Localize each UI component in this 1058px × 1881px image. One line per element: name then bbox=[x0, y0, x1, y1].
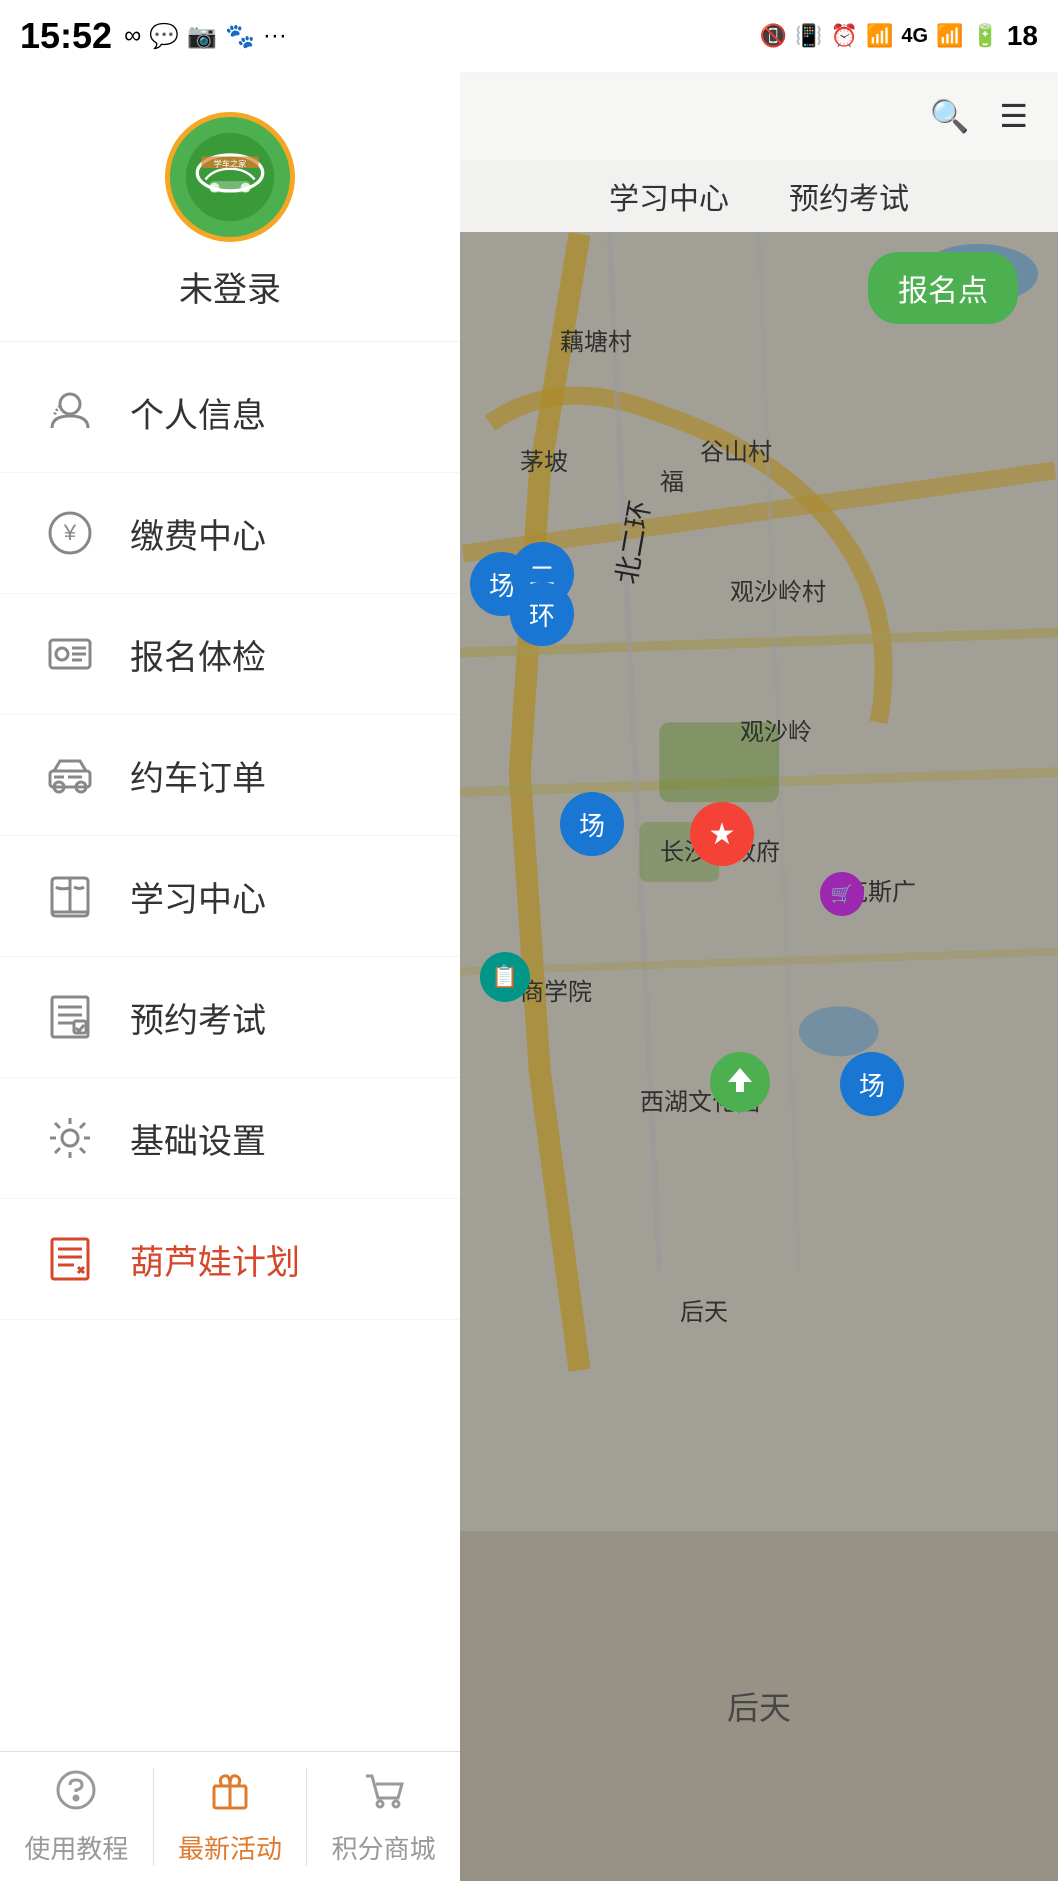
user-status-label: 未登录 bbox=[179, 262, 281, 311]
map-marker-chang-3[interactable]: 场 bbox=[840, 1052, 904, 1116]
status-icon-signal1: 📶 bbox=[866, 23, 893, 49]
orders-label: 约车订单 bbox=[130, 751, 266, 800]
map-marker-purple[interactable]: 🛒 bbox=[820, 872, 864, 916]
status-icon-4g: 4G bbox=[901, 25, 928, 48]
registration-label: 报名体检 bbox=[130, 630, 266, 679]
map-area: 🔍 ☰ 学习中心 预约考试 报名点 藕塘村 茅坡 谷山村 福 观沙岭村 观沙岭 … bbox=[460, 72, 1058, 1881]
plan-icon bbox=[40, 1229, 100, 1289]
yen-icon: ¥ bbox=[40, 503, 100, 563]
sidebar-item-registration[interactable]: 报名体检 bbox=[0, 594, 460, 715]
sidebar-item-learning[interactable]: 学习中心 bbox=[0, 836, 460, 957]
status-icon-paw: 🐾 bbox=[225, 22, 255, 51]
map-subnav: 学习中心 预约考试 bbox=[460, 160, 1058, 232]
status-icon-clock: ⏰ bbox=[831, 23, 858, 49]
book-icon bbox=[40, 866, 100, 926]
status-icons: ∞ 💬 📷 🐾 ··· bbox=[124, 22, 287, 51]
svg-text:学车之家: 学车之家 bbox=[214, 158, 247, 168]
cart-icon bbox=[362, 1768, 406, 1821]
sidebar-item-settings[interactable]: 基础设置 bbox=[0, 1078, 460, 1199]
status-icon-phone: 📵 bbox=[760, 23, 787, 49]
tab-tutorial-label: 使用教程 bbox=[24, 1829, 128, 1866]
menu-button[interactable]: ☰ bbox=[999, 97, 1028, 135]
user-header[interactable]: 学车之家 未登录 bbox=[0, 72, 460, 342]
status-icon-more: ··· bbox=[263, 22, 287, 50]
exam-icon bbox=[40, 987, 100, 1047]
dim-overlay bbox=[460, 72, 1058, 1881]
status-bar-right: 📵 📳 ⏰ 📶 4G 📶 🔋 18 bbox=[760, 20, 1038, 52]
status-icon-vib: 📳 bbox=[795, 23, 822, 49]
car-icon bbox=[40, 745, 100, 805]
map-marker-chang-2[interactable]: 场 bbox=[560, 792, 624, 856]
menu-list: 个人信息 ¥ 缴费中心 bbox=[0, 342, 460, 1751]
main-layout: 学车之家 未登录 个人信息 bbox=[0, 72, 1058, 1881]
sidebar-item-personal[interactable]: 个人信息 bbox=[0, 352, 460, 473]
plan-label: 葫芦娃计划 bbox=[130, 1235, 300, 1284]
map-marker-teal[interactable]: 📋 bbox=[480, 952, 530, 1002]
sidebar-item-exam[interactable]: 预约考试 bbox=[0, 957, 460, 1078]
sidebar-item-payment[interactable]: ¥ 缴费中心 bbox=[0, 473, 460, 594]
settings-label: 基础设置 bbox=[130, 1114, 266, 1163]
search-button[interactable]: 🔍 bbox=[929, 97, 969, 135]
app-logo: 学车之家 bbox=[185, 132, 275, 222]
status-icon-infinity: ∞ bbox=[124, 22, 141, 50]
sidebar: 学车之家 未登录 个人信息 bbox=[0, 72, 460, 1881]
svg-text:¥: ¥ bbox=[63, 520, 77, 545]
status-icon-cam: 📷 bbox=[187, 22, 217, 51]
status-icon-signal2: 📶 bbox=[936, 23, 963, 49]
subnav-learning[interactable]: 学习中心 bbox=[609, 174, 729, 218]
tab-activities-label: 最新活动 bbox=[178, 1829, 282, 1866]
status-icon-battery: 🔋 bbox=[971, 23, 998, 49]
tab-activities[interactable]: 最新活动 bbox=[154, 1768, 308, 1866]
status-time: 15:52 bbox=[20, 15, 112, 57]
battery-level: 18 bbox=[1007, 20, 1038, 52]
question-icon bbox=[54, 1768, 98, 1821]
tree-icon bbox=[722, 1064, 758, 1100]
sidebar-item-plan[interactable]: 葫芦娃计划 bbox=[0, 1199, 460, 1320]
gift-icon bbox=[208, 1768, 252, 1821]
tab-shop-label: 积分商城 bbox=[332, 1829, 436, 1866]
reg-button[interactable]: 报名点 bbox=[868, 252, 1018, 324]
id-card-icon bbox=[40, 624, 100, 684]
exam-label: 预约考试 bbox=[130, 993, 266, 1042]
sidebar-item-orders[interactable]: 约车订单 bbox=[0, 715, 460, 836]
map-header: 🔍 ☰ bbox=[460, 72, 1058, 160]
status-icon-msg: 💬 bbox=[149, 22, 179, 51]
tab-tutorial[interactable]: 使用教程 bbox=[0, 1768, 154, 1866]
tab-bar: 使用教程 最新活动 bbox=[0, 1751, 460, 1881]
tab-shop[interactable]: 积分商城 bbox=[307, 1768, 460, 1866]
map-marker-star[interactable]: ★ bbox=[690, 802, 754, 866]
map-marker-chang-1c[interactable]: 环 bbox=[510, 582, 574, 646]
gear-icon bbox=[40, 1108, 100, 1168]
personal-label: 个人信息 bbox=[130, 388, 266, 437]
person-icon bbox=[40, 382, 100, 442]
learning-label: 学习中心 bbox=[130, 872, 266, 921]
status-bar: 15:52 ∞ 💬 📷 🐾 ··· 📵 📳 ⏰ 📶 4G 📶 🔋 18 bbox=[0, 0, 1058, 72]
subnav-exam[interactable]: 预约考试 bbox=[789, 174, 909, 218]
avatar[interactable]: 学车之家 bbox=[165, 112, 295, 242]
status-bar-left: 15:52 ∞ 💬 📷 🐾 ··· bbox=[20, 15, 287, 57]
map-marker-green[interactable] bbox=[710, 1052, 770, 1112]
payment-label: 缴费中心 bbox=[130, 509, 266, 558]
